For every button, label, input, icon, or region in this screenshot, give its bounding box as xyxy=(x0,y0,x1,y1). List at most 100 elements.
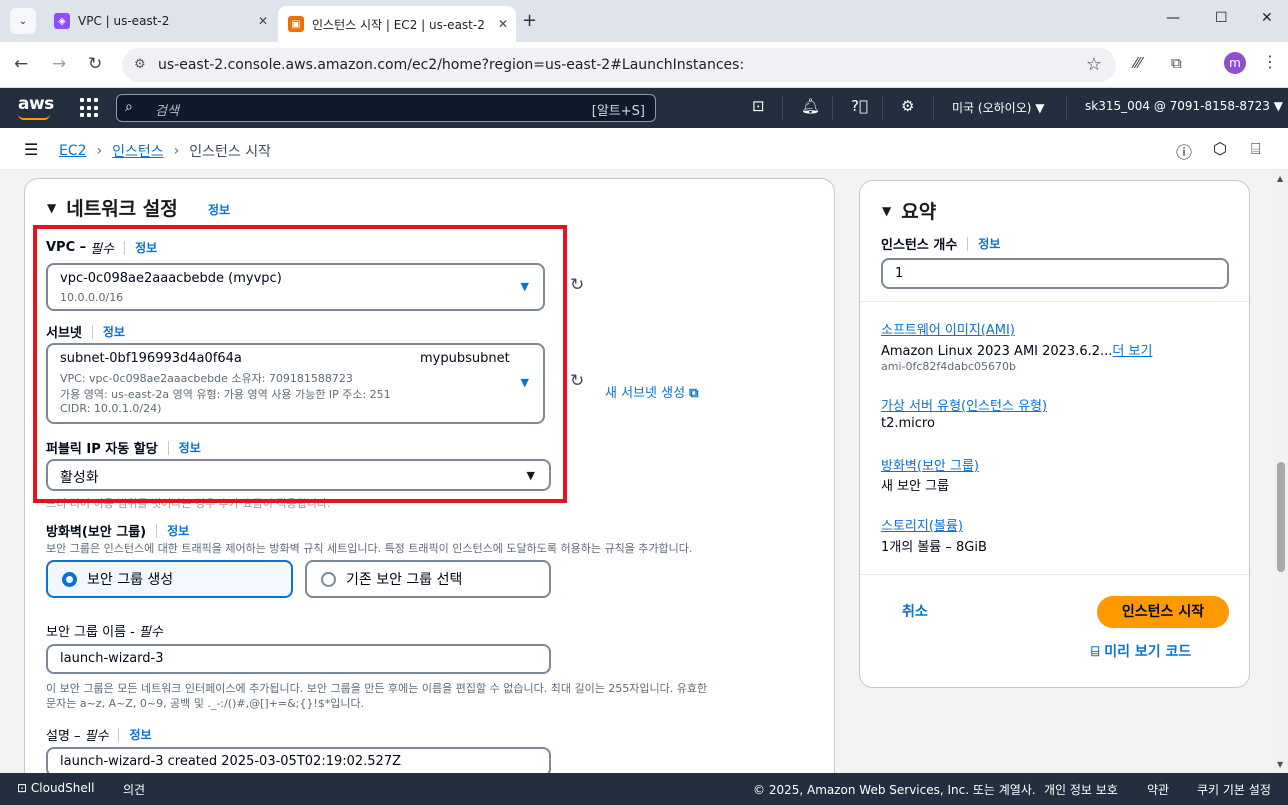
cookie-preferences-link[interactable]: 쿠키 기본 설정 xyxy=(1197,781,1271,798)
radio-selected-icon xyxy=(62,571,77,587)
breadcrumb-bar: ☰ EC2 › 인스턴스 › 인스턴스 시작 ⓘ ⬡ ⌸ xyxy=(0,128,1288,170)
instance-count-input[interactable]: 1 xyxy=(881,258,1229,289)
region-selector[interactable]: 미국 (오하이오) ▼ xyxy=(952,99,1044,116)
storage-value: 1개의 볼륨 – 8GiB xyxy=(881,540,987,555)
ami-link[interactable]: 소프트웨어 이미지(AMI) xyxy=(881,319,1015,338)
external-link-icon: ⧉ xyxy=(689,386,699,401)
aws-search-input[interactable]: ⌕ 검색 [알트+S] xyxy=(116,94,656,122)
vpc-select[interactable]: vpc-0c098ae2aaacbebde (myvpc) 10.0.0.0/1… xyxy=(46,263,545,311)
vpc-value: vpc-0c098ae2aaacbebde (myvpc) xyxy=(60,271,282,286)
vpc-info-link[interactable]: 정보 xyxy=(135,239,157,256)
privacy-link[interactable]: 개인 정보 보호 xyxy=(1044,781,1118,798)
forward-icon[interactable]: → xyxy=(52,54,66,74)
aws-logo[interactable]: aws xyxy=(18,94,54,120)
firewall-summary-value: 새 보안 그룹 xyxy=(881,479,950,494)
public-ip-select[interactable]: 활성화 ▼ xyxy=(46,459,551,491)
code-preview-icon: ⌸ xyxy=(1091,644,1100,660)
instance-count-label: 인스턴스 개수 정보 xyxy=(881,235,1001,253)
vpc-label: VPC – 필수 정보 xyxy=(46,239,158,257)
url-field[interactable]: ⚙ us-east-2.console.aws.amazon.com/ec2/h… xyxy=(122,48,1116,82)
network-info-link[interactable]: 정보 xyxy=(208,201,230,218)
bookmark-star-icon[interactable]: ☆ xyxy=(1086,54,1102,75)
close-window-icon[interactable]: ✕ xyxy=(1261,10,1273,26)
storage-link[interactable]: 스토리지(볼륨) xyxy=(881,515,963,534)
create-security-group-option[interactable]: 보안 그룹 생성 xyxy=(46,560,293,598)
feedback-screen-icon[interactable]: ⌸ xyxy=(1251,139,1261,159)
side-nav-menu-icon[interactable]: ☰ xyxy=(24,140,38,159)
instance-type-value: t2.micro xyxy=(881,416,935,431)
address-bar: ← → ↻ ⚙ us-east-2.console.aws.amazon.com… xyxy=(0,42,1288,88)
subnet-select[interactable]: subnet-0bf196993d4a0f64a mypubsubnet VPC… xyxy=(46,343,545,424)
terms-link[interactable]: 약관 xyxy=(1147,781,1169,798)
instance-count-info-link[interactable]: 정보 xyxy=(978,235,1000,252)
close-tab-icon[interactable]: ✕ xyxy=(498,17,508,31)
launch-instance-button[interactable]: 인스턴스 시작 xyxy=(1097,596,1229,628)
breadcrumb-instances[interactable]: 인스턴스 xyxy=(112,141,164,161)
info-circle-icon[interactable]: ⓘ xyxy=(1176,139,1192,163)
subnet-vpc-owner: VPC: vpc-0c098ae2aaacbebde 소유자: 70918158… xyxy=(60,372,353,385)
account-menu[interactable]: sk315_004 @ 7091-8158-8723 ▼ xyxy=(1085,99,1283,113)
firewall-label: 방화벽(보안 그룹) 정보 xyxy=(46,522,190,540)
chevron-right-icon: › xyxy=(173,143,180,159)
cloudshell-icon[interactable]: ⊡ xyxy=(752,97,765,115)
subnet-cidr: CIDR: 10.0.1.0/24) xyxy=(60,402,162,415)
caret-down-icon: ▼ xyxy=(882,204,892,218)
browser-tab-vpc[interactable]: ◈ VPC | us-east-2 ✕ xyxy=(44,6,276,36)
vpc-favicon-icon: ◈ xyxy=(54,13,70,29)
ami-more-link[interactable]: 더 보기 xyxy=(1112,344,1152,359)
maximize-icon[interactable]: ☐ xyxy=(1215,10,1228,26)
breadcrumb-ec2[interactable]: EC2 xyxy=(59,143,87,159)
create-new-subnet-link[interactable]: 새 서브넷 생성 ⧉ xyxy=(605,382,698,401)
tab-title: 인스턴스 시작 | EC2 | us-east-2 xyxy=(312,17,485,32)
feedback-link[interactable]: 의견 xyxy=(123,781,145,798)
profile-avatar[interactable]: m xyxy=(1224,52,1246,74)
tab-search-button[interactable]: ⌄ xyxy=(10,8,36,34)
scroll-down-arrow-icon[interactable]: ▼ xyxy=(1277,760,1283,769)
dropdown-arrow-icon: ▼ xyxy=(520,280,529,293)
dropdown-arrow-icon: ▼ xyxy=(526,469,535,482)
site-info-icon[interactable]: ⚙ xyxy=(134,57,146,72)
caret-down-icon: ▼ xyxy=(47,201,57,215)
scroll-up-arrow-icon[interactable]: ▲ xyxy=(1277,174,1283,183)
scrollbar-thumb[interactable] xyxy=(1277,462,1285,572)
cancel-button[interactable]: 취소 xyxy=(902,601,928,621)
reload-icon[interactable]: ↻ xyxy=(88,54,102,74)
firewall-info-link[interactable]: 정보 xyxy=(167,522,189,539)
compass-icon[interactable]: ⬡ xyxy=(1213,139,1227,158)
ami-id: ami-0fc82f4dabc05670b xyxy=(881,360,1016,373)
cloudshell-footer-button[interactable]: ⊡ CloudShell xyxy=(17,781,94,795)
public-ip-info-link[interactable]: 정보 xyxy=(179,439,201,456)
chevron-right-icon: › xyxy=(96,143,103,159)
refresh-vpc-icon[interactable]: ↻ xyxy=(570,275,584,295)
help-icon[interactable]: ?⃝ xyxy=(851,97,868,115)
instance-type-link[interactable]: 가상 서버 유형(인스턴스 유형) xyxy=(881,395,1047,414)
network-settings-title[interactable]: ▼ 네트워크 설정 xyxy=(47,194,178,221)
close-tab-icon[interactable]: ✕ xyxy=(258,14,268,28)
new-tab-icon[interactable]: + xyxy=(522,10,537,31)
services-grid-icon[interactable] xyxy=(80,98,100,118)
preview-code-button[interactable]: ⌸ 미리 보기 코드 xyxy=(1091,641,1191,661)
cloudshell-icon: ⊡ xyxy=(17,781,28,795)
select-existing-security-group-option[interactable]: 기존 보안 그룹 선택 xyxy=(305,560,551,598)
extension-icon[interactable]: ⁄⁄⁄ xyxy=(1134,54,1142,72)
summary-title[interactable]: ▼ 요약 xyxy=(882,197,936,224)
settings-gear-icon[interactable]: ⚙ xyxy=(901,97,914,115)
back-icon[interactable]: ← xyxy=(14,54,28,74)
firewall-summary-link[interactable]: 방화벽(보안 그룹) xyxy=(881,455,979,474)
subnet-info-link[interactable]: 정보 xyxy=(103,323,125,340)
browser-tab-ec2[interactable]: ▣ 인스턴스 시작 | EC2 | us-east-2 ✕ xyxy=(278,6,516,42)
sg-name-input[interactable]: launch-wizard-3 xyxy=(46,644,551,674)
page-scrollbar[interactable]: ▲ ▼ xyxy=(1274,170,1288,773)
description-input[interactable]: launch-wizard-3 created 2025-03-05T02:19… xyxy=(46,747,551,773)
browser-menu-icon[interactable]: ⋮ xyxy=(1262,52,1278,71)
browser-tab-strip: ⌄ ◈ VPC | us-east-2 ✕ ▣ 인스턴스 시작 | EC2 | … xyxy=(0,0,1288,42)
subnet-name: mypubsubnet xyxy=(420,351,510,366)
breadcrumb: EC2 › 인스턴스 › 인스턴스 시작 xyxy=(59,141,271,161)
refresh-subnet-icon[interactable]: ↻ xyxy=(570,371,584,391)
ec2-favicon-icon: ▣ xyxy=(288,16,304,32)
extensions-puzzle-icon[interactable]: ⧉ xyxy=(1171,54,1182,72)
description-info-link[interactable]: 정보 xyxy=(129,726,151,743)
subnet-az-info: 가용 영역: us-east-2a 영역 유형: 가용 영역 사용 가능한 IP… xyxy=(60,388,391,401)
notifications-bell-icon[interactable]: 🔔︎ xyxy=(801,97,820,115)
minimize-icon[interactable]: — xyxy=(1166,10,1180,26)
